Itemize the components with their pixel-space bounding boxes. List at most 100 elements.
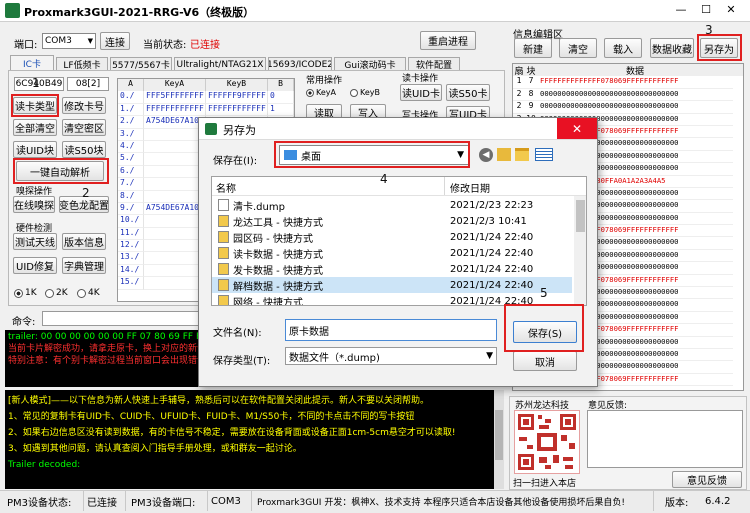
- tab-1[interactable]: LF低频卡: [56, 57, 108, 71]
- keys-cell[interactable]: [144, 240, 206, 253]
- tab-6[interactable]: 软件配置: [408, 57, 460, 71]
- col-date-header[interactable]: 修改日期: [450, 180, 490, 195]
- filename-input[interactable]: 原卡数据: [285, 319, 497, 341]
- dialog-cancel-button[interactable]: 取消: [513, 351, 577, 371]
- radio-2k[interactable]: 2K: [45, 288, 68, 298]
- keys-cell[interactable]: 2./: [118, 116, 144, 129]
- keys-cell[interactable]: 12./: [118, 240, 144, 253]
- dictionary-button[interactable]: 字典管理: [62, 257, 106, 274]
- keys-cell[interactable]: [144, 153, 206, 166]
- keyb-radio[interactable]: KeyB: [350, 88, 380, 97]
- keys-cell[interactable]: 6./: [118, 165, 144, 179]
- keys-cell[interactable]: 13./: [118, 252, 144, 265]
- file-list[interactable]: 名称 修改日期 清卡.dump 2021/2/23 22:23 龙达工具 - 快捷方…: [211, 176, 587, 306]
- info-sector-cell[interactable]: 2: [513, 101, 525, 114]
- save-in-select[interactable]: 桌面 ▼: [279, 145, 469, 165]
- info-table-row[interactable]: 1 7 FFFFFFFFFFFFFF078069FFFFFFFFFFFF: [513, 76, 743, 89]
- keys-table-row[interactable]: 0./FFF5FFFFFFFF FFFFFF9FFFFF 0: [118, 91, 294, 104]
- read-s50-block-button[interactable]: 读S50块: [62, 141, 106, 158]
- keys-cell[interactable]: FFF5FFFFFFFF: [144, 91, 206, 104]
- clear-key-area-button[interactable]: 清空密区: [62, 119, 106, 136]
- view-menu-icon[interactable]: [535, 148, 553, 161]
- test-antenna-button[interactable]: 测试天线: [13, 233, 57, 250]
- keys-cell[interactable]: 7./: [118, 178, 144, 191]
- file-list-item[interactable]: 读卡数据 - 快捷方式 2021/1/24 22:40: [212, 245, 572, 261]
- keys-cell[interactable]: 0: [268, 91, 294, 104]
- keys-cell[interactable]: [144, 264, 206, 278]
- load-button[interactable]: 载入: [604, 38, 642, 58]
- file-list-item[interactable]: 网络 - 快捷方式 2021/1/24 22:40: [212, 293, 572, 305]
- file-list-item[interactable]: 龙达工具 - 快捷方式 2021/2/3 10:41: [212, 213, 572, 229]
- keys-cell[interactable]: FFFFFFFFFFFF: [206, 103, 268, 117]
- radio-4k[interactable]: 4K: [77, 288, 100, 298]
- keys-cell[interactable]: [144, 215, 206, 228]
- info-block-cell[interactable]: 7: [525, 76, 537, 89]
- minimize-button[interactable]: —: [670, 3, 692, 16]
- read-uid-card-button[interactable]: 读UID卡: [400, 84, 442, 101]
- keys-cell[interactable]: FFFFFFFFFFFF: [144, 103, 206, 117]
- info-data-cell[interactable]: FFFFFFFFFFFFFF078069FFFFFFFFFFFF: [537, 76, 733, 89]
- port-select[interactable]: COM3 ▼: [42, 33, 96, 49]
- auto-parse-button[interactable]: 一键自动解析: [16, 161, 104, 181]
- col-name-header[interactable]: 名称: [216, 180, 236, 195]
- feedback-button[interactable]: 意见反馈: [672, 471, 742, 488]
- keys-cell[interactable]: 11./: [118, 227, 144, 241]
- keys-cell[interactable]: [144, 227, 206, 241]
- info-sector-cell[interactable]: 1: [513, 76, 525, 89]
- tab-3[interactable]: Ultralight/NTAG21X: [174, 57, 266, 71]
- new-folder-icon[interactable]: [515, 148, 529, 161]
- keys-cell[interactable]: 14./: [118, 264, 144, 278]
- data-collect-button[interactable]: 数据收藏: [650, 38, 694, 58]
- dialog-save-button[interactable]: 保存(S): [513, 321, 577, 343]
- read-card-type-button[interactable]: 读卡类型: [13, 97, 57, 114]
- info-data-cell[interactable]: 00000000000000000000000000000000: [537, 101, 733, 114]
- keys-cell[interactable]: 8./: [118, 190, 144, 203]
- keys-cell[interactable]: 15./: [118, 277, 144, 290]
- sak-field[interactable]: 08[2]: [67, 77, 109, 91]
- keys-cell[interactable]: 9./: [118, 202, 144, 216]
- keys-cell[interactable]: 1./: [118, 103, 144, 117]
- read-s50-card-button[interactable]: 读S50卡: [446, 84, 490, 101]
- tab-4[interactable]: 15693/ICODE2: [268, 57, 332, 71]
- keys-cell[interactable]: [144, 190, 206, 203]
- keys-cell[interactable]: [144, 277, 206, 290]
- restart-button[interactable]: 重启进程: [420, 31, 476, 50]
- radio-1k[interactable]: 1K: [14, 288, 37, 298]
- up-folder-icon[interactable]: [497, 148, 511, 161]
- file-list-scrollbar[interactable]: [574, 196, 586, 305]
- scroll-thumb[interactable]: [495, 410, 503, 460]
- back-icon[interactable]: ◀: [479, 148, 493, 162]
- keys-cell[interactable]: [144, 165, 206, 179]
- tab-0[interactable]: IC卡: [10, 55, 54, 71]
- keys-cell[interactable]: 5./: [118, 153, 144, 166]
- keys-cell[interactable]: A754DE67A10: [144, 202, 206, 216]
- keys-cell[interactable]: 4./: [118, 140, 144, 154]
- connect-button[interactable]: 连接: [100, 32, 130, 50]
- info-block-cell[interactable]: 9: [525, 101, 537, 114]
- keys-cell[interactable]: 0./: [118, 91, 144, 104]
- info-table-row[interactable]: 2 9 00000000000000000000000000000000: [513, 101, 743, 114]
- clear-button[interactable]: 清空: [559, 38, 597, 58]
- keys-cell[interactable]: [144, 178, 206, 191]
- maximize-button[interactable]: ☐: [695, 3, 717, 16]
- file-list-item[interactable]: 发卡数据 - 快捷方式 2021/1/24 22:40: [212, 261, 572, 277]
- online-sniff-button[interactable]: 在线嗅探: [13, 196, 55, 213]
- scroll-thumb[interactable]: [576, 200, 585, 232]
- read-uid-block-button[interactable]: 读UID块: [13, 141, 57, 158]
- keys-cell[interactable]: [144, 128, 206, 141]
- dialog-close-button[interactable]: ✕: [557, 118, 597, 139]
- feedback-textarea[interactable]: [587, 410, 743, 468]
- keys-cell[interactable]: 10./: [118, 215, 144, 228]
- info-block-cell[interactable]: 8: [525, 89, 537, 102]
- file-list-item[interactable]: 解档数据 - 快捷方式 2021/1/24 22:40: [212, 277, 572, 293]
- keys-cell[interactable]: 1: [268, 103, 294, 117]
- version-info-button[interactable]: 版本信息: [62, 233, 106, 250]
- keya-radio[interactable]: KeyA: [306, 88, 336, 97]
- info-table-row[interactable]: 2 8 00000000000000000000000000000000: [513, 89, 743, 102]
- keys-cell[interactable]: A754DE67A10: [144, 116, 206, 129]
- tab-2[interactable]: 5577/5567卡: [110, 57, 172, 71]
- clear-all-button[interactable]: 全部清空: [13, 119, 57, 136]
- new-button[interactable]: 新建: [514, 38, 552, 58]
- console-scrollbar[interactable]: [494, 390, 504, 489]
- keys-cell[interactable]: [144, 140, 206, 154]
